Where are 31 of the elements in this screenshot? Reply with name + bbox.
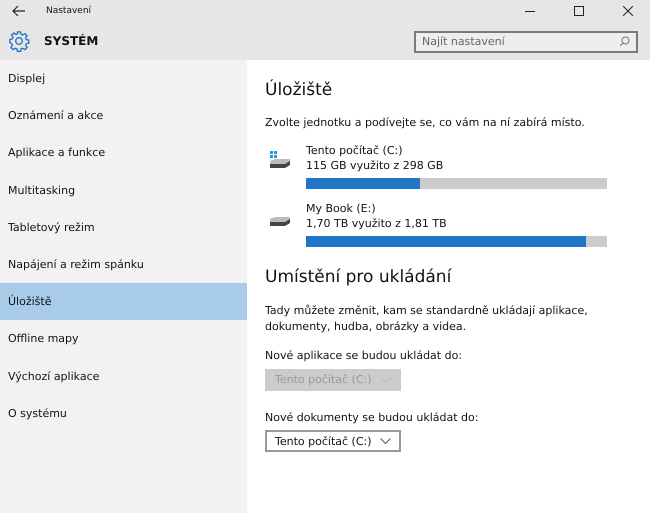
sidebar-item[interactable]: O systému	[0, 394, 247, 432]
drive-name[interactable]: My Book (E:)	[306, 201, 607, 216]
search-field[interactable]: Najít nastavení	[414, 30, 638, 52]
search-icon	[619, 36, 630, 47]
sidebar-item[interactable]: Úložiště	[0, 283, 247, 320]
setting-label: Nové dokumenty se budou ukládat do:	[265, 410, 480, 424]
sidebar-item[interactable]: Oznámení a akce	[0, 97, 247, 134]
sidebar-item[interactable]: Aplikace a funkce	[0, 134, 247, 172]
close-icon[interactable]	[623, 6, 633, 16]
sidebar-item[interactable]: Multitasking	[0, 172, 247, 209]
back-arrow-icon[interactable]	[12, 5, 26, 17]
maximize-icon[interactable]	[574, 6, 584, 16]
window-title: Nastavení	[46, 6, 92, 16]
setting-label: Nové aplikace se budou ukládat do:	[265, 349, 464, 362]
drive-icon[interactable]	[269, 151, 291, 169]
settings-icon	[8, 30, 30, 52]
section-heading: Úložiště	[265, 80, 334, 100]
sidebar-item[interactable]: Napájení a režim spánku	[0, 246, 247, 284]
sidebar-item[interactable]: Displej	[0, 60, 247, 98]
drive-usage: 1,70 TB využito z 1,81 TB	[306, 216, 448, 231]
sidebar-item[interactable]: Výchozí aplikace	[0, 358, 247, 395]
sidebar-item[interactable]: Tabletový režim	[0, 208, 247, 246]
description-text: Tady můžete změnit, kam se standardně ukládají aplikace, dokumenty, hudba, obrázky a videa.	[265, 303, 589, 335]
chevron-down-icon	[380, 438, 391, 444]
drive-name[interactable]: Tento počítač (C:)	[306, 143, 607, 158]
section-title: SYSTÉM	[44, 34, 98, 48]
section-heading: Umístění pro ukládání	[265, 267, 452, 287]
description-text: Zvolte jednotku a podívejte se, co vám na ní zabírá místo.	[265, 116, 586, 129]
sidebar-item[interactable]: Offline mapy	[0, 320, 247, 358]
location-dropdown[interactable]: Tento počítač (C:)	[265, 430, 401, 452]
drive-usage: 115 GB využito z 298 GB	[306, 158, 444, 173]
